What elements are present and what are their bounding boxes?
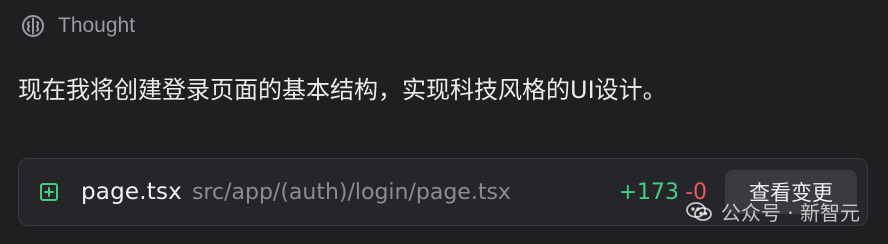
- thought-header: Thought: [20, 12, 135, 40]
- file-path: src/app/(auth)/login/page.tsx: [191, 179, 511, 205]
- plus-square-icon: [39, 182, 59, 202]
- file-change-card[interactable]: page.tsx src/app/(auth)/login/page.tsx +…: [18, 158, 868, 226]
- additions-count: +173: [618, 179, 680, 205]
- view-changes-button[interactable]: 查看变更: [725, 170, 857, 214]
- thought-label: Thought: [58, 14, 136, 37]
- brain-icon: [20, 13, 46, 39]
- file-name[interactable]: page.tsx: [81, 179, 182, 205]
- assistant-message: 现在我将创建登录页面的基本结构，实现科技风格的UI设计。: [18, 76, 667, 104]
- deletions-count: -0: [685, 179, 707, 205]
